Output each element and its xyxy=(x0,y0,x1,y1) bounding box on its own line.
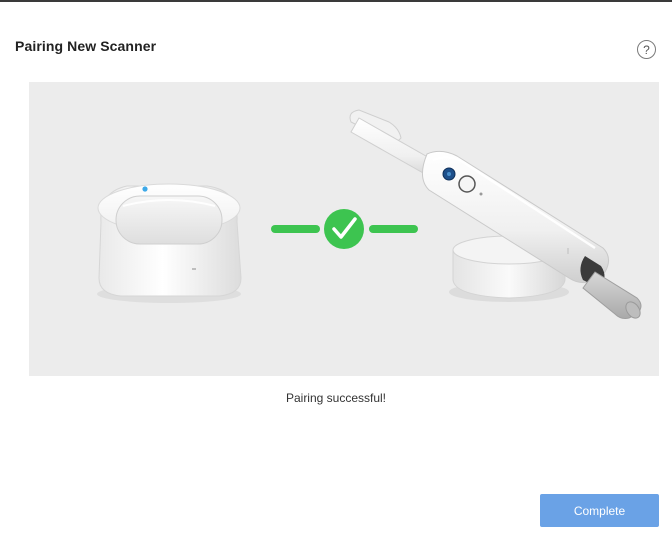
pairing-status-message: Pairing successful! xyxy=(285,391,387,405)
scanner-secondary-button xyxy=(458,175,476,193)
hub-status-light xyxy=(142,186,148,192)
dialog-title: Pairing New Scanner xyxy=(15,38,157,54)
pairing-dialog: Pairing New Scanner ? Pairing successful… xyxy=(0,0,672,541)
pairing-illustration xyxy=(29,82,659,376)
connection-indicator xyxy=(271,209,418,249)
complete-button[interactable]: Complete xyxy=(540,494,659,527)
intraoral-scanner-device xyxy=(349,109,642,319)
question-mark-icon: ? xyxy=(643,42,650,57)
help-button[interactable]: ? xyxy=(637,40,656,59)
check-circle-icon xyxy=(324,209,364,249)
connector-right xyxy=(369,225,418,233)
connector-left xyxy=(271,225,320,233)
wireless-hub-device xyxy=(97,183,242,303)
